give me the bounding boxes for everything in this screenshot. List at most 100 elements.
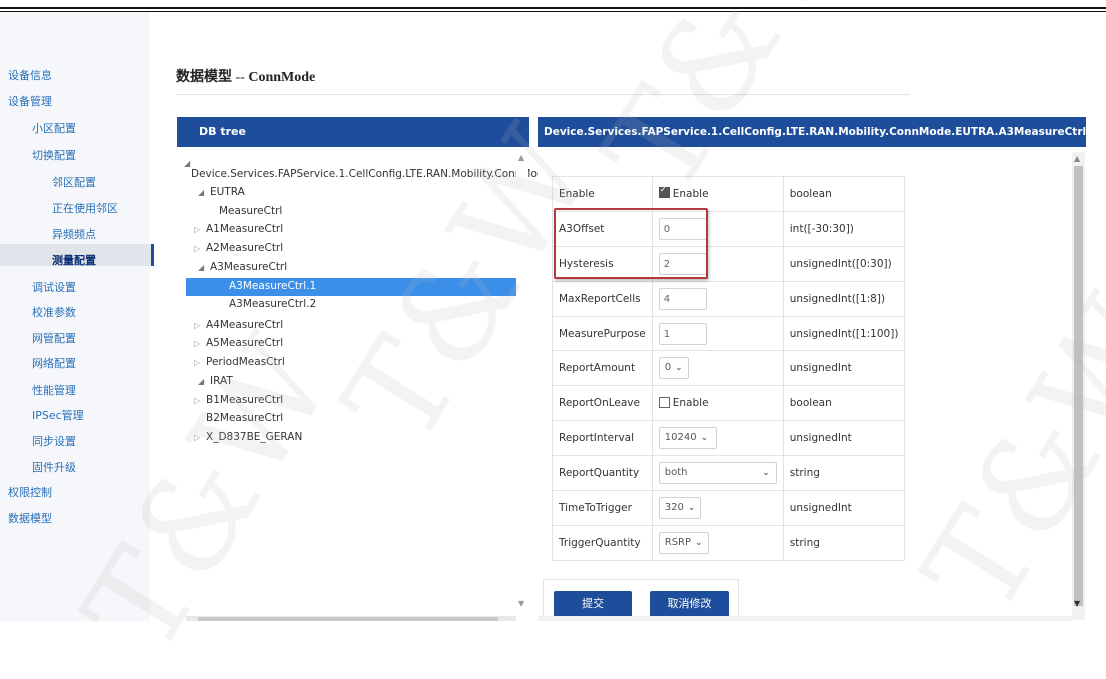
scroll-up-arrow-icon[interactable]: ▲	[518, 153, 524, 162]
tree-node-label: A4MeasureCtrl	[206, 319, 284, 331]
sidebar-item-network-config[interactable]: 网络配置	[32, 355, 76, 371]
param-name: TimeToTrigger	[552, 490, 653, 526]
tree-node-b2[interactable]: B2MeasureCtrl	[206, 412, 283, 424]
tree-node-a3[interactable]: ◢ A3MeasureCtrl	[198, 261, 287, 273]
sidebar-item-firmware-upgrade[interactable]: 固件升级	[32, 459, 76, 475]
param-row-enable: Enable Enable boolean	[552, 176, 906, 212]
tree-node-label: X_D837BE_GERAN	[206, 431, 303, 443]
param-type: unsignedInt([1:100])	[782, 315, 906, 352]
param-name: ReportAmount	[552, 350, 653, 387]
sidebar-item-cell-config[interactable]: 小区配置	[32, 120, 76, 136]
param-enable-checkbox[interactable]: Enable	[651, 176, 784, 212]
select-value: 0	[664, 362, 672, 374]
param-type: unsignedInt	[782, 420, 906, 457]
sidebar-item-handover-config[interactable]: 切换配置	[32, 147, 76, 163]
sidebar-item-sync-settings[interactable]: 同步设置	[32, 433, 76, 449]
highlight-annotation-box	[554, 208, 708, 279]
param-name: Enable	[552, 176, 653, 212]
chevron-down-icon: ⌄	[762, 468, 770, 479]
tree-node-a3-2[interactable]: A3MeasureCtrl.2	[229, 298, 316, 310]
sidebar-item-debug-settings[interactable]: 调试设置	[32, 279, 76, 295]
collapsed-triangle-icon: ▷	[194, 244, 201, 253]
sidebar-item-device-info[interactable]: 设备信息	[8, 67, 52, 83]
sidebar-item-performance[interactable]: 性能管理	[32, 382, 76, 398]
scroll-down-arrow-icon[interactable]: ▼	[1074, 599, 1080, 608]
detail-vertical-scroll-thumb[interactable]	[1074, 166, 1083, 606]
param-type: unsignedInt	[782, 490, 906, 526]
tree-node-irat[interactable]: ◢ IRAT	[198, 375, 233, 387]
tree-node-root[interactable]: Device.Services.FAPService.1.CellConfig.…	[191, 168, 550, 180]
param-type: boolean	[782, 385, 906, 422]
sidebar-item-neighbor-config[interactable]: 邻区配置	[52, 174, 96, 190]
param-name: ReportOnLeave	[552, 385, 653, 422]
param-type: unsignedInt([0:30])	[782, 245, 906, 282]
param-name: ReportInterval	[552, 420, 653, 457]
collapsed-triangle-icon: ▷	[194, 358, 201, 367]
param-type: unsignedInt	[782, 350, 906, 387]
tree-node-a4[interactable]: ▷ A4MeasureCtrl	[194, 319, 283, 331]
tree-node-label: B1MeasureCtrl	[206, 394, 284, 406]
checkbox-unchecked-icon[interactable]	[658, 396, 670, 408]
sidebar-item-calibration[interactable]: 校准参数	[32, 304, 76, 320]
sidebar-item-ipsec[interactable]: IPSec管理	[32, 407, 84, 423]
tree-node-label: IRAT	[210, 375, 233, 387]
detail-path-header: Device.Services.FAPService.1.CellConfig.…	[538, 117, 1086, 147]
param-row-triggerquantity: TriggerQuantity RSRP ⌄ string	[552, 524, 906, 561]
param-type: boolean	[782, 176, 906, 212]
tree-node-a2[interactable]: ▷ A2MeasureCtrl	[194, 242, 283, 254]
tree-node-geran[interactable]: ▷ X_D837BE_GERAN	[194, 431, 302, 443]
chevron-down-icon: ⌄	[695, 537, 703, 548]
tree-node-label: A5MeasureCtrl	[206, 337, 284, 349]
submit-button[interactable]: 提交	[554, 591, 632, 617]
sidebar-item-inter-freq[interactable]: 异频频点	[52, 226, 96, 242]
param-name: TriggerQuantity	[552, 524, 653, 561]
tree-node-periodmeas[interactable]: ▷ PeriodMeasCtrl	[194, 356, 285, 368]
sidebar-item-access-control[interactable]: 权限控制	[8, 484, 52, 500]
checkbox-checked-icon[interactable]	[658, 185, 670, 199]
detail-horizontal-scrollbar[interactable]	[538, 616, 1072, 621]
param-reportonleave-checkbox[interactable]: Enable	[651, 385, 784, 422]
collapsed-triangle-icon: ▷	[194, 225, 201, 234]
param-row-maxreportcells: MaxReportCells 4 unsignedInt([1:8])	[552, 280, 906, 317]
scroll-up-arrow-icon[interactable]: ▲	[1074, 154, 1080, 163]
param-row-reportquantity: ReportQuantity both ⌄ string	[552, 455, 906, 492]
sidebar-item-data-model[interactable]: 数据模型	[8, 510, 52, 526]
tree-node-a3-1-selected[interactable]: A3MeasureCtrl.1	[229, 280, 316, 292]
reportinterval-select[interactable]: 10240 ⌄	[658, 427, 717, 450]
param-row-measurepurpose: MeasurePurpose 1 unsignedInt([1:100])	[552, 315, 906, 352]
tree-node-measurectrl[interactable]: MeasureCtrl	[219, 205, 282, 217]
collapsed-triangle-icon: ▷	[194, 396, 201, 405]
param-row-reportamount: ReportAmount 0 ⌄ unsignedInt	[552, 350, 906, 387]
triggerquantity-select[interactable]: RSRP ⌄	[658, 531, 709, 554]
sidebar-item-measure-config[interactable]: 测量配置	[52, 252, 96, 268]
sidebar-item-active-neighbors[interactable]: 正在使用邻区	[52, 200, 118, 216]
tree-node-b1[interactable]: ▷ B1MeasureCtrl	[194, 394, 283, 406]
top-rule	[0, 7, 1106, 9]
expand-triangle-icon: ◢	[198, 188, 205, 197]
reportquantity-select[interactable]: both ⌄	[658, 462, 777, 485]
tree-node-label: A2MeasureCtrl	[206, 242, 284, 254]
tree-horizontal-scroll-thumb[interactable]	[198, 617, 498, 621]
scroll-down-arrow-icon[interactable]: ▼	[518, 599, 524, 608]
param-type: string	[782, 455, 906, 492]
cancel-changes-button[interactable]: 取消修改	[650, 591, 729, 617]
reportamount-select[interactable]: 0 ⌄	[658, 357, 689, 380]
page-title-main: 数据模型	[176, 70, 232, 85]
tree-vertical-scrollbar[interactable]	[516, 152, 528, 620]
timetotrigger-select[interactable]: 320 ⌄	[658, 496, 702, 519]
expand-triangle-icon: ◢	[198, 263, 205, 272]
maxreportcells-input[interactable]: 4	[658, 287, 707, 310]
tree-node-a5[interactable]: ▷ A5MeasureCtrl	[194, 337, 283, 349]
collapsed-triangle-icon: ▷	[194, 339, 201, 348]
measurepurpose-input[interactable]: 1	[658, 322, 707, 345]
sidebar-item-device-management[interactable]: 设备管理	[8, 93, 52, 109]
tree-node-a1[interactable]: ▷ A1MeasureCtrl	[194, 223, 283, 235]
chevron-down-icon: ⌄	[700, 433, 709, 444]
tree-node-label: PeriodMeasCtrl	[206, 356, 285, 368]
sidebar-item-nms-config[interactable]: 网管配置	[32, 330, 76, 346]
page-title-separator: --	[232, 70, 249, 85]
select-value: both	[664, 467, 688, 479]
tree-node-label: A1MeasureCtrl	[206, 223, 284, 235]
tree-node-eutra[interactable]: ◢ EUTRA	[198, 186, 245, 198]
top-rule-thin	[0, 11, 1106, 12]
